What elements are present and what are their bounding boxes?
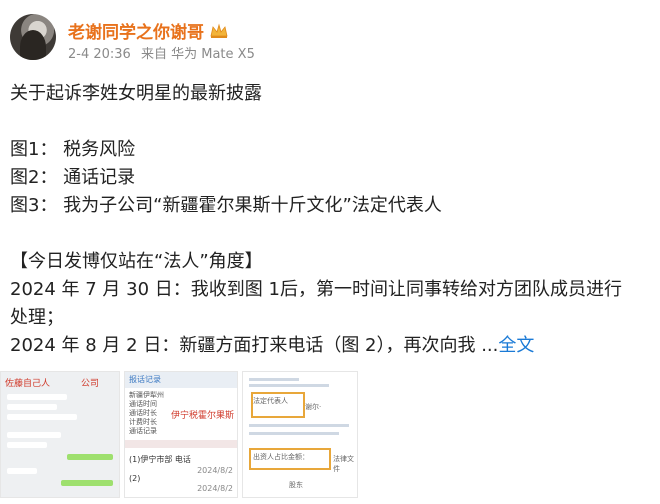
post-body: 关于起诉李姓女明星的最新披露 图1： 税务风险 图2： 通话记录 图3： 我为子… [10,80,650,360]
thumb2-row: 通话记录 [129,427,157,435]
thumb2-date-2: 2024/8/2 [197,484,233,493]
post-header: 老谢同学之你谢哥 2-4 20:36 来自 华为 Mate X5 [10,14,650,66]
thumb2-head: 报话记录 [125,372,237,388]
thumb2-call-2: (2) [129,474,141,483]
list-item: 图2： 通话记录 [10,167,136,188]
author-name-text[interactable]: 老谢同学之你谢哥 [68,18,204,43]
post-source: 来自 华为 Mate X5 [140,47,255,62]
post-date: 2-4 20:36 [68,47,131,62]
thumbnail-tax-risk[interactable]: 佐藤自己人 公司 [0,371,120,498]
author-name[interactable]: 老谢同学之你谢哥 [68,18,229,43]
post-title: 关于起诉李姓女明星的最新披露 [10,83,262,104]
thumb3-doc: 法律文件 [333,455,354,473]
thumb2-date-1: 2024/8/2 [197,466,233,475]
expand-full-text-link[interactable]: 全文 [498,335,534,356]
thumb3-shareholder: 股东 [289,481,303,489]
paragraph-2-text: 2024 年 8 月 2 日：新疆方面打来电话（图 2），再次向我 ... [10,335,499,356]
thumb1-title: 佐藤自己人 [5,379,51,389]
list-item: 图3： 我为子公司“新疆霍尔果斯十斤文化”法定代表人 [10,195,442,216]
stance-text: 【今日发博仅站在“法人”角度】 [10,251,263,272]
thumbnail-call-log[interactable]: 报话记录 新疆伊犁州 通话时间 通话时长 计费时长 通话记录 伊宁税霍尔果斯 (… [124,371,238,498]
post-meta: 2-4 20:36 来自 华为 Mate X5 [68,43,261,62]
thumb3-name: 谢尔· [305,403,322,411]
paragraph-2: 2024 年 8 月 2 日：新疆方面打来电话（图 2），再次向我 ...全文 [10,332,650,360]
avatar[interactable] [10,14,56,60]
thumbnail-legal-representative[interactable]: 法定代表人 谢尔· 出资人占比金额： 法律文件 股东 [242,371,358,498]
thumb2-red-caller: 伊宁税霍尔果斯 [171,411,235,421]
thumb1-title2: 公司 [81,379,100,389]
list-item: 图1： 税务风险 [10,139,136,160]
thumb2-call-1: (1)伊宁市部 电话 [129,455,191,464]
paragraph-1-line-2: 处理； [10,307,64,328]
image-gallery: 佐藤自己人 公司 报话记录 新疆伊犁州 通话时间 通话时长 计费时长 通话记录 … [0,371,660,504]
crown-icon [210,23,228,38]
paragraph-1-line-1: 2024 年 7 月 30 日：我收到图 1后，第一时间让同事转给对方团队成员进… [10,279,622,300]
